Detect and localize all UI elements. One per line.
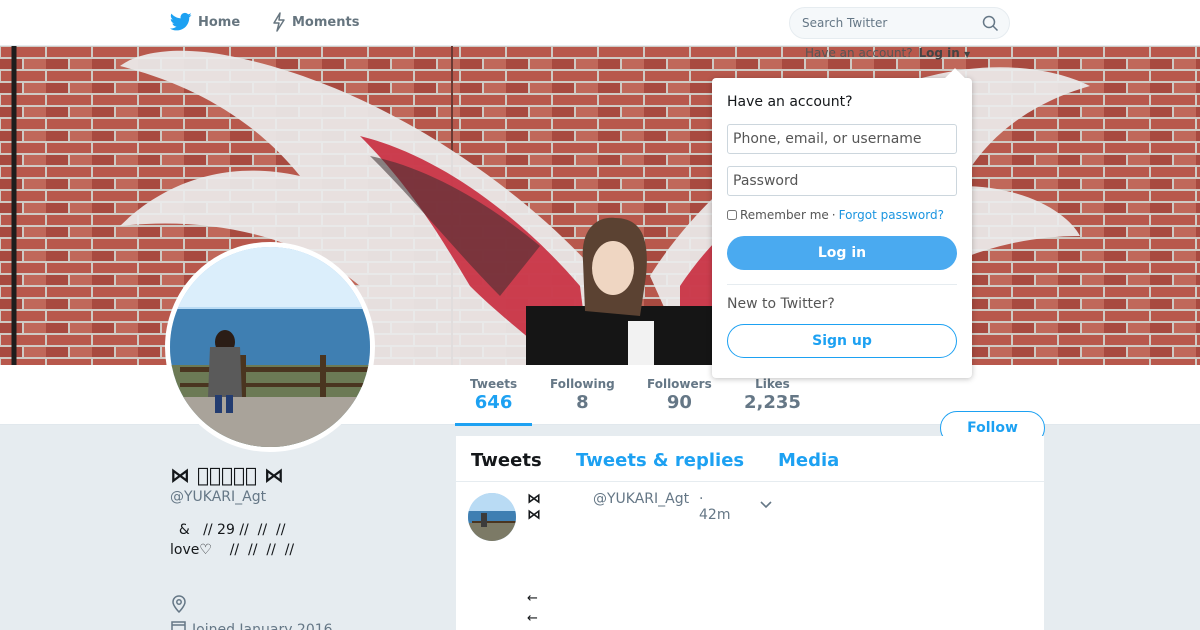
stat-followers[interactable]: Followers 90 bbox=[647, 377, 712, 413]
login-dropdown: Have an account? Remember me · Forgot pa… bbox=[712, 68, 972, 378]
stat-tweets[interactable]: Tweets 646 bbox=[454, 377, 533, 426]
calendar-icon bbox=[171, 620, 186, 630]
login-dropdown-toggle[interactable]: Log in ▼ bbox=[918, 46, 970, 60]
username-field[interactable] bbox=[727, 124, 957, 154]
remember-row: Remember me · Forgot password? bbox=[727, 208, 944, 222]
stat-likes[interactable]: Likes 2,235 bbox=[744, 377, 801, 413]
login-link-label: Log in bbox=[918, 46, 960, 60]
stat-value: 646 bbox=[474, 392, 513, 413]
tweet-text-line: ← bbox=[527, 611, 538, 626]
stat-value: 90 bbox=[666, 392, 692, 413]
profile-bio-line: & // 29 // // // bbox=[170, 522, 286, 538]
have-account-text: Have an account? bbox=[805, 46, 913, 60]
profile-bio-line: love♡ // // // // bbox=[170, 542, 295, 558]
forgot-password-link[interactable]: Forgot password? bbox=[839, 208, 944, 222]
stat-value: 2,235 bbox=[744, 392, 801, 413]
stat-following[interactable]: Following 8 bbox=[550, 377, 615, 413]
nav-moments[interactable]: Moments bbox=[272, 12, 359, 32]
search-input[interactable] bbox=[790, 8, 970, 38]
search-box bbox=[789, 7, 1010, 39]
stat-label: Likes bbox=[755, 377, 790, 391]
location-pin-icon bbox=[171, 595, 187, 617]
signup-button[interactable]: Sign up bbox=[727, 324, 957, 358]
tweet-text-line: ← bbox=[527, 591, 538, 606]
nav-home-label: Home bbox=[198, 14, 241, 30]
profile-name: ⋈ ﾟﾟﾟﾟﾟ ⋈ bbox=[170, 463, 284, 487]
top-nav-bar: Home Moments bbox=[0, 0, 1200, 46]
profile-bio: & // 29 // // // love♡ // // // // bbox=[170, 520, 294, 560]
stat-label: Tweets bbox=[470, 377, 518, 391]
timeline: Tweets Tweets & replies Media bbox=[456, 436, 1044, 630]
new-to-twitter-text: New to Twitter? bbox=[727, 296, 835, 312]
search-icon[interactable] bbox=[982, 15, 999, 36]
remember-me-label: Remember me bbox=[740, 208, 829, 222]
tweet-author-handle[interactable]: @YUKARI_Agt bbox=[593, 491, 689, 507]
profile-joined: Joined January 2016 bbox=[171, 620, 333, 630]
joined-date: Joined January 2016 bbox=[192, 621, 333, 630]
tweet-avatar[interactable] bbox=[468, 493, 516, 541]
login-button[interactable]: Log in bbox=[727, 236, 957, 270]
tab-media[interactable]: Media bbox=[778, 450, 839, 471]
twitter-bird-icon bbox=[170, 12, 192, 32]
timeline-tabs: Tweets Tweets & replies Media bbox=[456, 436, 1044, 482]
tweet-author-name[interactable]: ⋈ ⋈ bbox=[527, 491, 541, 523]
stat-label: Followers bbox=[647, 377, 712, 391]
have-account-prompt: Have an account? Log in ▼ bbox=[805, 46, 970, 60]
chevron-down-icon: ▼ bbox=[963, 50, 971, 59]
profile-handle: @YUKARI_Agt bbox=[170, 489, 267, 505]
nav-home[interactable]: Home bbox=[170, 12, 240, 32]
separator-dot: · bbox=[831, 208, 836, 222]
stat-label: Following bbox=[550, 377, 615, 391]
tab-tweets-and-replies[interactable]: Tweets & replies bbox=[576, 450, 744, 471]
nav-moments-label: Moments bbox=[292, 14, 360, 30]
remember-me-checkbox[interactable] bbox=[727, 210, 737, 220]
login-dropdown-title: Have an account? bbox=[727, 94, 853, 110]
password-field[interactable] bbox=[727, 166, 957, 196]
stat-value: 8 bbox=[576, 392, 589, 413]
profile-avatar[interactable] bbox=[165, 242, 375, 452]
lightning-icon bbox=[272, 12, 286, 32]
divider bbox=[727, 284, 957, 285]
chevron-down-icon[interactable] bbox=[760, 494, 772, 513]
tab-tweets[interactable]: Tweets bbox=[471, 450, 542, 471]
tweet-timestamp[interactable]: · 42m bbox=[699, 491, 730, 523]
